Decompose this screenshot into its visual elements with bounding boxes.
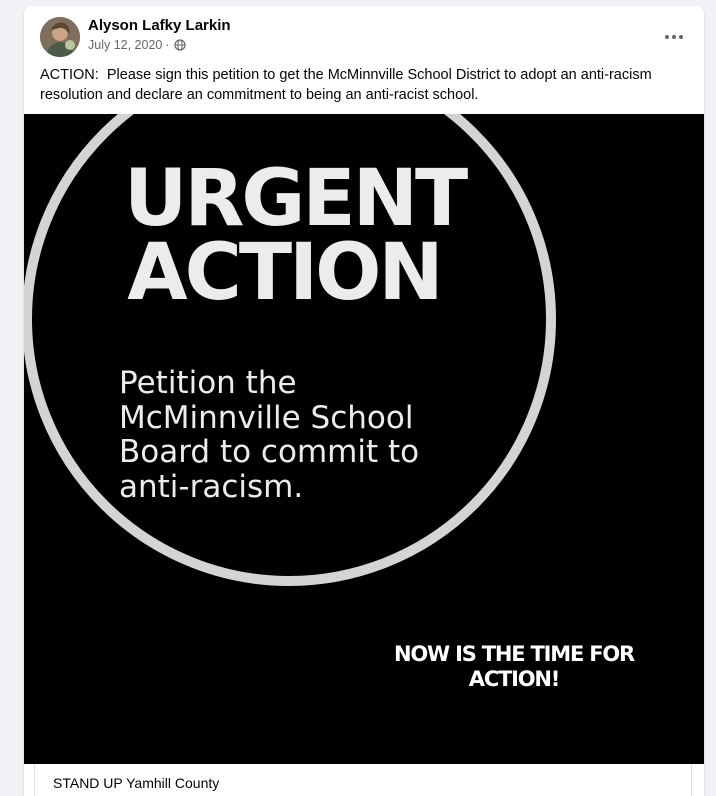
post-card: Alyson Lafky Larkin July 12, 2020 · ACTI… [24, 6, 704, 796]
more-options-button[interactable] [656, 25, 692, 49]
post-header: Alyson Lafky Larkin July 12, 2020 · [40, 17, 688, 61]
author-name[interactable]: Alyson Lafky Larkin [88, 17, 231, 34]
link-preview-title[interactable]: STAND UP Yamhill County [53, 775, 219, 791]
meta-separator: · [165, 38, 170, 52]
public-globe-icon[interactable] [173, 39, 186, 51]
post-date[interactable]: July 12, 2020 [88, 38, 162, 52]
image-headline-action: ACTION [127, 228, 443, 318]
avatar-photo-icon [40, 17, 80, 57]
post-text: ACTION: Please sign this petition to get… [40, 67, 656, 103]
image-petition-text: Petition the McMinnville School Board to… [119, 365, 420, 505]
post-image[interactable]: URGENT ACTION Petition the McMinnville S… [24, 114, 704, 764]
post-meta: July 12, 2020 · [88, 38, 186, 52]
author-avatar[interactable] [40, 17, 80, 57]
more-dots-icon [665, 35, 683, 39]
link-preview[interactable]: STAND UP Yamhill County [34, 764, 692, 796]
image-footer-text: NOW IS THE TIME FOR ACTION! [394, 642, 635, 691]
